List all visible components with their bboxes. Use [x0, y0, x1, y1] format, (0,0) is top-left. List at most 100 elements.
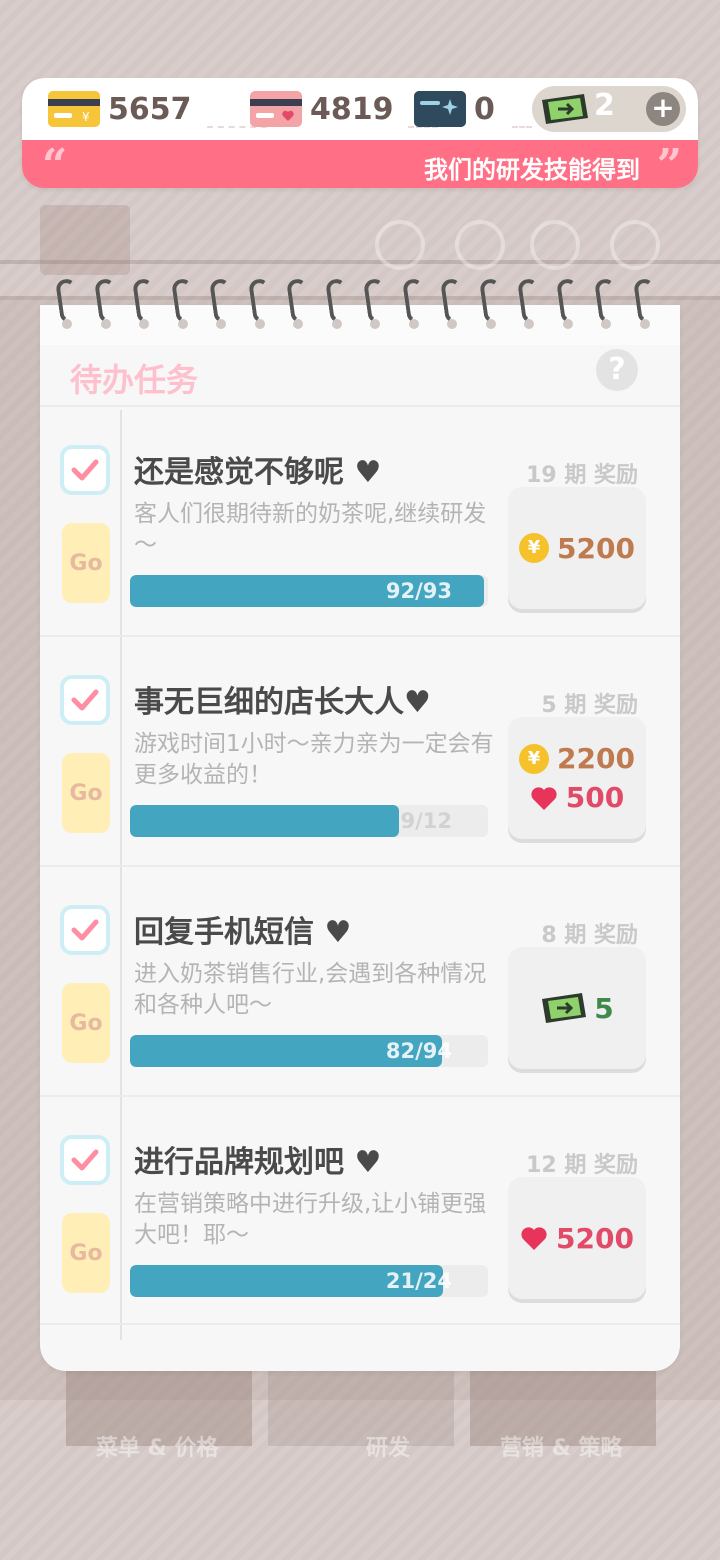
task-period: 8 期 奖励 [541, 923, 638, 948]
task-item: Go 事无巨细的店长大人♥ 5 期 奖励 游戏时间1小时～亲力亲为一定会有更多收… [40, 635, 680, 865]
svg-text:¥: ¥ [82, 110, 90, 124]
task-period: 19 期 奖励 [526, 463, 638, 488]
tab-marketing-label: 营销 & 策略 [500, 1436, 623, 1461]
blue-card-value: 0 [474, 91, 495, 127]
bottom-tab-bar [0, 1370, 720, 1560]
ring-hole [177, 319, 188, 329]
task-description: 进入奶茶销售行业,会遇到各种情况和各种人吧～ [134, 961, 487, 1018]
reward-value: 5 [594, 991, 614, 1025]
reward-value: 500 [565, 781, 625, 814]
reward-value: 5200 [557, 531, 635, 565]
tab-menu-price-label: 菜单 & 价格 [96, 1436, 219, 1461]
task-description: 游戏时间1小时～亲力亲为一定会有更多收益的！ [134, 731, 494, 788]
background-shop-icon [40, 205, 130, 275]
tickets-value: 2 [594, 88, 615, 123]
heart-icon [521, 1227, 547, 1250]
gold-card-icon: ¥ [48, 91, 100, 127]
ring-hole [293, 319, 303, 329]
tab-research[interactable] [268, 1370, 454, 1446]
task-period: 5 期 奖励 [541, 693, 638, 718]
reward-coin: ¥ 2200 [519, 742, 635, 775]
blue-card-icon [414, 91, 466, 127]
notebook-title: 待办任务 [70, 361, 199, 399]
ticket-icon [542, 993, 587, 1023]
pink-card-icon [250, 91, 302, 127]
progress-fill [130, 805, 399, 837]
check-icon [71, 1149, 99, 1171]
task-title: 进行品牌规划吧 ♥ [134, 1145, 382, 1180]
progress-text: 21/24 [385, 1269, 452, 1293]
background-circle-icon [455, 220, 505, 270]
tab-research-label: 研发 [366, 1436, 411, 1461]
reward-button[interactable]: ¥ 2200 500 [508, 717, 646, 839]
resource-bar: ¥ 5657 4819 0 2 + [22, 78, 698, 140]
quote-right-icon: ” [656, 140, 682, 188]
go-button[interactable]: Go [62, 523, 110, 603]
task-description: 在营销策略中进行升级,让小铺更强大吧！耶～ [134, 1191, 487, 1248]
ring-hole [524, 319, 534, 329]
task-checkbox[interactable] [60, 1135, 110, 1185]
reward-heart: 500 [530, 781, 624, 814]
gold-card-value: 5657 [108, 91, 192, 127]
coin-icon: ¥ [519, 533, 550, 563]
reward-button[interactable]: 5200 [508, 1177, 646, 1299]
task-checkbox[interactable] [60, 445, 110, 495]
reward-value: 2200 [557, 742, 635, 775]
heart-icon [531, 786, 557, 810]
reward-coin: ¥ 5200 [519, 532, 635, 565]
task-progress-bar: 21/24 [130, 1265, 488, 1297]
reward-button[interactable]: ¥ 5200 [508, 487, 646, 609]
task-description: 客人们很期待新的奶茶呢,继续研发～ [134, 501, 487, 558]
task-title: 回复手机短信 ♥ [134, 915, 352, 950]
pink-card-value: 4819 [310, 91, 394, 127]
check-icon [71, 919, 99, 941]
ticket-icon [542, 94, 588, 124]
tickets-resource[interactable]: 2 + [532, 86, 686, 132]
resource-header: ¥ 5657 4819 0 2 + “ 我们的研发技能得到 ” [22, 78, 698, 188]
task-title: 还是感觉不够呢 ♥ [134, 455, 382, 490]
task-progress-bar: 82/94 [130, 1035, 488, 1067]
progress-text: 82/94 [385, 1039, 452, 1063]
banner-text: 我们的研发技能得到 [424, 156, 640, 184]
task-checkbox[interactable] [60, 905, 110, 955]
reward-heart: 5200 [520, 1222, 634, 1255]
ring-hole [447, 319, 457, 329]
check-icon [71, 689, 99, 711]
progress-text: 92/93 [385, 579, 452, 603]
reward-value: 5200 [556, 1221, 634, 1255]
blue-card-resource: 0 [414, 86, 495, 132]
ring-hole [331, 319, 342, 329]
ring-hole [601, 319, 611, 329]
task-title: 事无巨细的店长大人♥ [134, 685, 431, 720]
ring-hole [562, 319, 573, 329]
go-button[interactable]: Go [62, 983, 110, 1063]
go-button[interactable]: Go [62, 753, 110, 833]
background-circle-icon [530, 220, 580, 270]
ring-hole [408, 319, 419, 329]
gold-card-resource: ¥ 5657 [48, 86, 192, 132]
background-circle-icon [375, 220, 425, 270]
pink-card-resource: 4819 [250, 86, 394, 132]
task-checkbox[interactable] [60, 675, 110, 725]
background-circle-icon [610, 220, 660, 270]
task-item: Go 进行品牌规划吧 ♥ 12 期 奖励 在营销策略中进行升级,让小铺更强大吧！… [40, 1095, 680, 1325]
ring-hole [370, 319, 380, 329]
divider [512, 126, 532, 128]
go-button[interactable]: Go [62, 1213, 110, 1293]
task-progress-bar: 9/12 [130, 805, 488, 837]
ring-hole [139, 319, 149, 329]
task-item: Go 还是感觉不够呢 ♥ 19 期 奖励 客人们很期待新的奶茶呢,继续研发～ 9… [40, 405, 680, 635]
ring-hole [639, 319, 650, 329]
quote-left-icon: “ [42, 140, 68, 188]
coin-icon: ¥ [519, 743, 550, 774]
reward-button[interactable]: 5 [508, 947, 646, 1069]
ring-hole [62, 319, 72, 329]
check-icon [71, 459, 99, 481]
progress-text: 9/12 [400, 809, 452, 833]
task-period: 12 期 奖励 [526, 1153, 638, 1178]
task-progress-bar: 92/93 [130, 575, 488, 607]
add-tickets-button[interactable]: + [646, 92, 680, 126]
help-button[interactable]: ? [596, 349, 638, 391]
ring-hole [100, 319, 111, 329]
ring-hole [254, 319, 265, 329]
